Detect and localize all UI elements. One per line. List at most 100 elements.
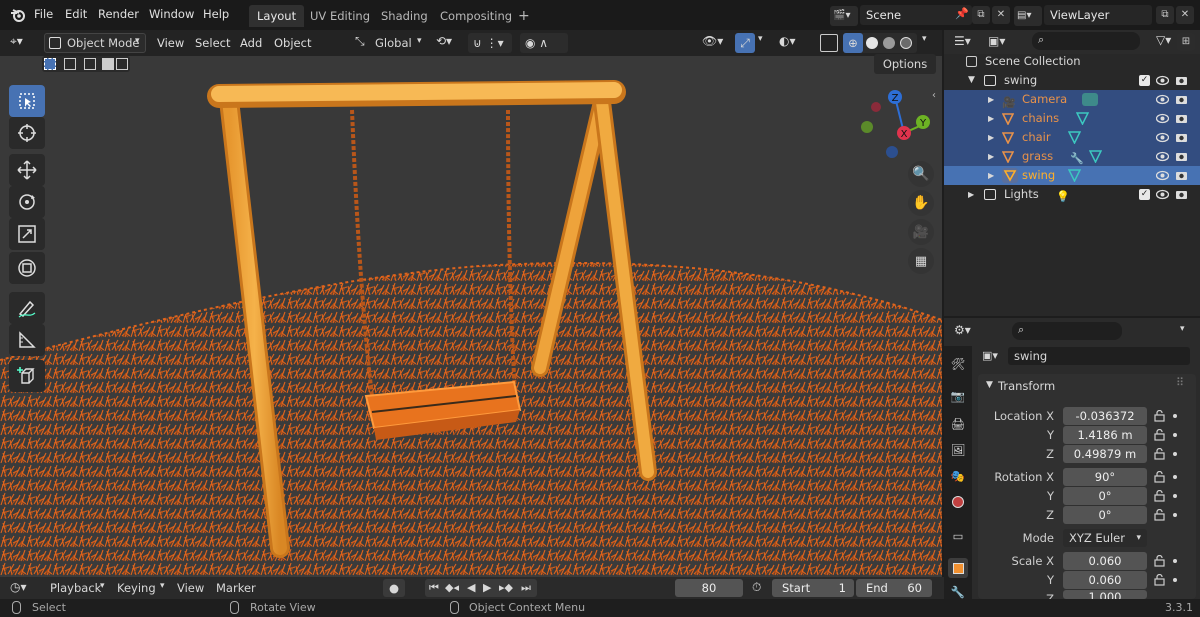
transform-tool[interactable] — [9, 252, 45, 284]
viewport-menu-view[interactable]: View — [157, 36, 184, 50]
scale-y-field[interactable]: 0.060 — [1063, 571, 1147, 589]
lock-icon[interactable] — [1154, 409, 1166, 422]
new-collection-icon[interactable]: ⊞ — [1177, 33, 1195, 51]
lock-icon[interactable] — [1154, 489, 1166, 502]
expand-arrow-icon[interactable]: ▶ — [988, 128, 994, 147]
eye-icon[interactable] — [1155, 150, 1170, 163]
filter-icon[interactable]: ▽▾ — [1156, 33, 1171, 47]
lock-icon[interactable] — [1154, 573, 1166, 586]
gizmo-neg-x-icon[interactable] — [871, 102, 881, 112]
eye-icon[interactable] — [1155, 74, 1170, 87]
outliner-scene-collection[interactable]: Scene Collection — [944, 52, 1200, 71]
menu-window[interactable]: Window — [149, 7, 194, 21]
render-camera-icon[interactable] — [1175, 169, 1188, 182]
gizmo-neg-y-icon[interactable] — [861, 121, 873, 133]
output-tab-icon[interactable]: 🖨 — [948, 414, 968, 434]
eye-icon[interactable] — [1155, 188, 1170, 201]
pin-icon[interactable]: 📌 — [955, 7, 969, 20]
render-camera-icon[interactable] — [1175, 74, 1188, 87]
keyframe-dot-icon[interactable] — [1173, 475, 1177, 479]
timeline-menu-playback[interactable]: Playback — [50, 581, 101, 595]
gizmo-neg-z-icon[interactable] — [886, 146, 898, 158]
render-camera-icon[interactable] — [1175, 188, 1188, 201]
world-tab-icon[interactable] — [948, 492, 968, 512]
viewlayer-selector-icon[interactable]: ▤▾ — [1014, 6, 1042, 26]
eye-icon[interactable] — [1155, 131, 1170, 144]
chevron-down-icon[interactable]: ▾ — [100, 581, 105, 591]
gizmo-toggle-icon[interactable]: ⤢ — [735, 33, 755, 53]
xray-toggle-icon[interactable] — [820, 34, 838, 52]
expand-arrow-icon[interactable]: ▶ — [988, 166, 994, 185]
expand-arrow-icon[interactable]: ▶ — [988, 147, 994, 166]
viewport-menu-object[interactable]: Object — [274, 36, 311, 50]
collapse-arrow-icon[interactable]: ▼ — [968, 71, 975, 90]
solid-shading-icon[interactable] — [866, 37, 878, 49]
proportional-edit-icon[interactable]: ◉ ∧ — [520, 33, 568, 53]
drag-handle-icon[interactable]: ⠿ — [1176, 376, 1184, 389]
timeline-menu-view[interactable]: View — [177, 581, 204, 595]
select-subtract-icon[interactable] — [84, 58, 96, 70]
overlays-icon[interactable]: ◐▾ — [779, 34, 796, 48]
options-dropdown[interactable]: Options — [874, 54, 936, 74]
measure-tool[interactable] — [9, 324, 45, 356]
perspective-grid-icon[interactable]: ▦ — [908, 248, 934, 274]
next-keyframe-icon[interactable]: ▸◆ — [499, 579, 513, 597]
prev-keyframe-icon[interactable]: ◆◂ — [445, 579, 459, 597]
properties-search-input[interactable]: ⌕ — [1012, 322, 1122, 340]
tab-layout[interactable]: Layout — [249, 5, 305, 27]
view-layer-tab-icon[interactable]: 🖼 — [948, 440, 968, 460]
outliner-row-camera[interactable]: ▶ 🎥 Camera — [944, 90, 1200, 109]
object-type-icon[interactable]: ▣▾ — [982, 349, 998, 362]
tool-tab-icon[interactable]: 🛠 — [948, 354, 968, 374]
timeline-menu-keying[interactable]: Keying — [117, 581, 156, 595]
collection-tab-icon[interactable]: ▭ — [948, 526, 968, 546]
lock-icon[interactable] — [1154, 428, 1166, 441]
play-icon[interactable]: ▶ — [483, 579, 491, 597]
timeline-menu-marker[interactable]: Marker — [216, 581, 256, 595]
outliner-row-chains[interactable]: ▶ chains — [944, 109, 1200, 128]
panel-collapse-icon[interactable]: ▼ — [986, 380, 993, 390]
eye-icon[interactable] — [1155, 93, 1170, 106]
camera-data-icon[interactable] — [1082, 93, 1098, 106]
transform-panel-title[interactable]: Transform — [998, 379, 1055, 393]
blender-logo-icon[interactable] — [10, 7, 26, 23]
jump-end-icon[interactable]: ⏭ — [521, 579, 531, 597]
viewport-menu-select[interactable]: Select — [195, 36, 230, 50]
add-workspace-button[interactable]: + — [510, 5, 538, 27]
menu-edit[interactable]: Edit — [65, 7, 87, 21]
frame-end-field[interactable]: End 60 — [856, 579, 932, 597]
wireframe-shading-icon[interactable]: ⊕ — [843, 33, 863, 53]
play-reverse-icon[interactable]: ◀ — [467, 579, 475, 597]
new-viewlayer-icon[interactable]: ⧉ — [1156, 6, 1174, 24]
outliner[interactable]: ☰▾ ▣▾ ⌕ ▽▾ ⊞ Scene Collection ▼ swing ✓ … — [944, 30, 1200, 316]
location-z-field[interactable]: 0.49879 m — [1063, 445, 1147, 463]
expand-arrow-icon[interactable]: ▶ — [988, 90, 994, 109]
render-camera-icon[interactable] — [1175, 150, 1188, 163]
location-y-field[interactable]: 1.4186 m — [1063, 426, 1147, 444]
rotation-x-field[interactable]: 90° — [1063, 468, 1147, 486]
lock-icon[interactable] — [1154, 447, 1166, 460]
select-box-tool[interactable] — [9, 85, 45, 117]
lock-icon[interactable] — [1154, 508, 1166, 521]
keyframe-dot-icon[interactable] — [1173, 414, 1177, 418]
rotation-mode-dropdown[interactable]: XYZ Euler ▾ — [1063, 529, 1147, 547]
delete-scene-icon[interactable]: ✕ — [992, 6, 1010, 24]
object-mode-dropdown[interactable]: Object Mode ▾ — [44, 33, 146, 53]
outliner-row-chair[interactable]: ▶ chair — [944, 128, 1200, 147]
keyframe-dot-icon[interactable] — [1173, 559, 1177, 563]
keyframe-dot-icon[interactable] — [1173, 452, 1177, 456]
menu-file[interactable]: File — [34, 7, 53, 21]
rotate-tool[interactable] — [9, 186, 45, 218]
exclude-checkbox[interactable]: ✓ — [1139, 189, 1150, 200]
expand-arrow-icon[interactable]: ▶ — [988, 109, 994, 128]
annotate-tool[interactable] — [9, 292, 45, 324]
render-camera-icon[interactable] — [1175, 131, 1188, 144]
scale-tool[interactable] — [9, 218, 45, 250]
chevron-down-icon[interactable]: ▾ — [922, 34, 927, 44]
properties-editor-icon[interactable]: ⚙▾ — [954, 323, 971, 337]
camera-view-icon[interactable]: 🎥 — [908, 219, 934, 245]
jump-start-icon[interactable]: ⏮ — [429, 579, 439, 597]
timeline-editor-icon[interactable]: ◷▾ — [10, 580, 27, 594]
sidebar-toggle-icon[interactable]: ‹ — [932, 90, 936, 101]
menu-help[interactable]: Help — [203, 7, 229, 21]
